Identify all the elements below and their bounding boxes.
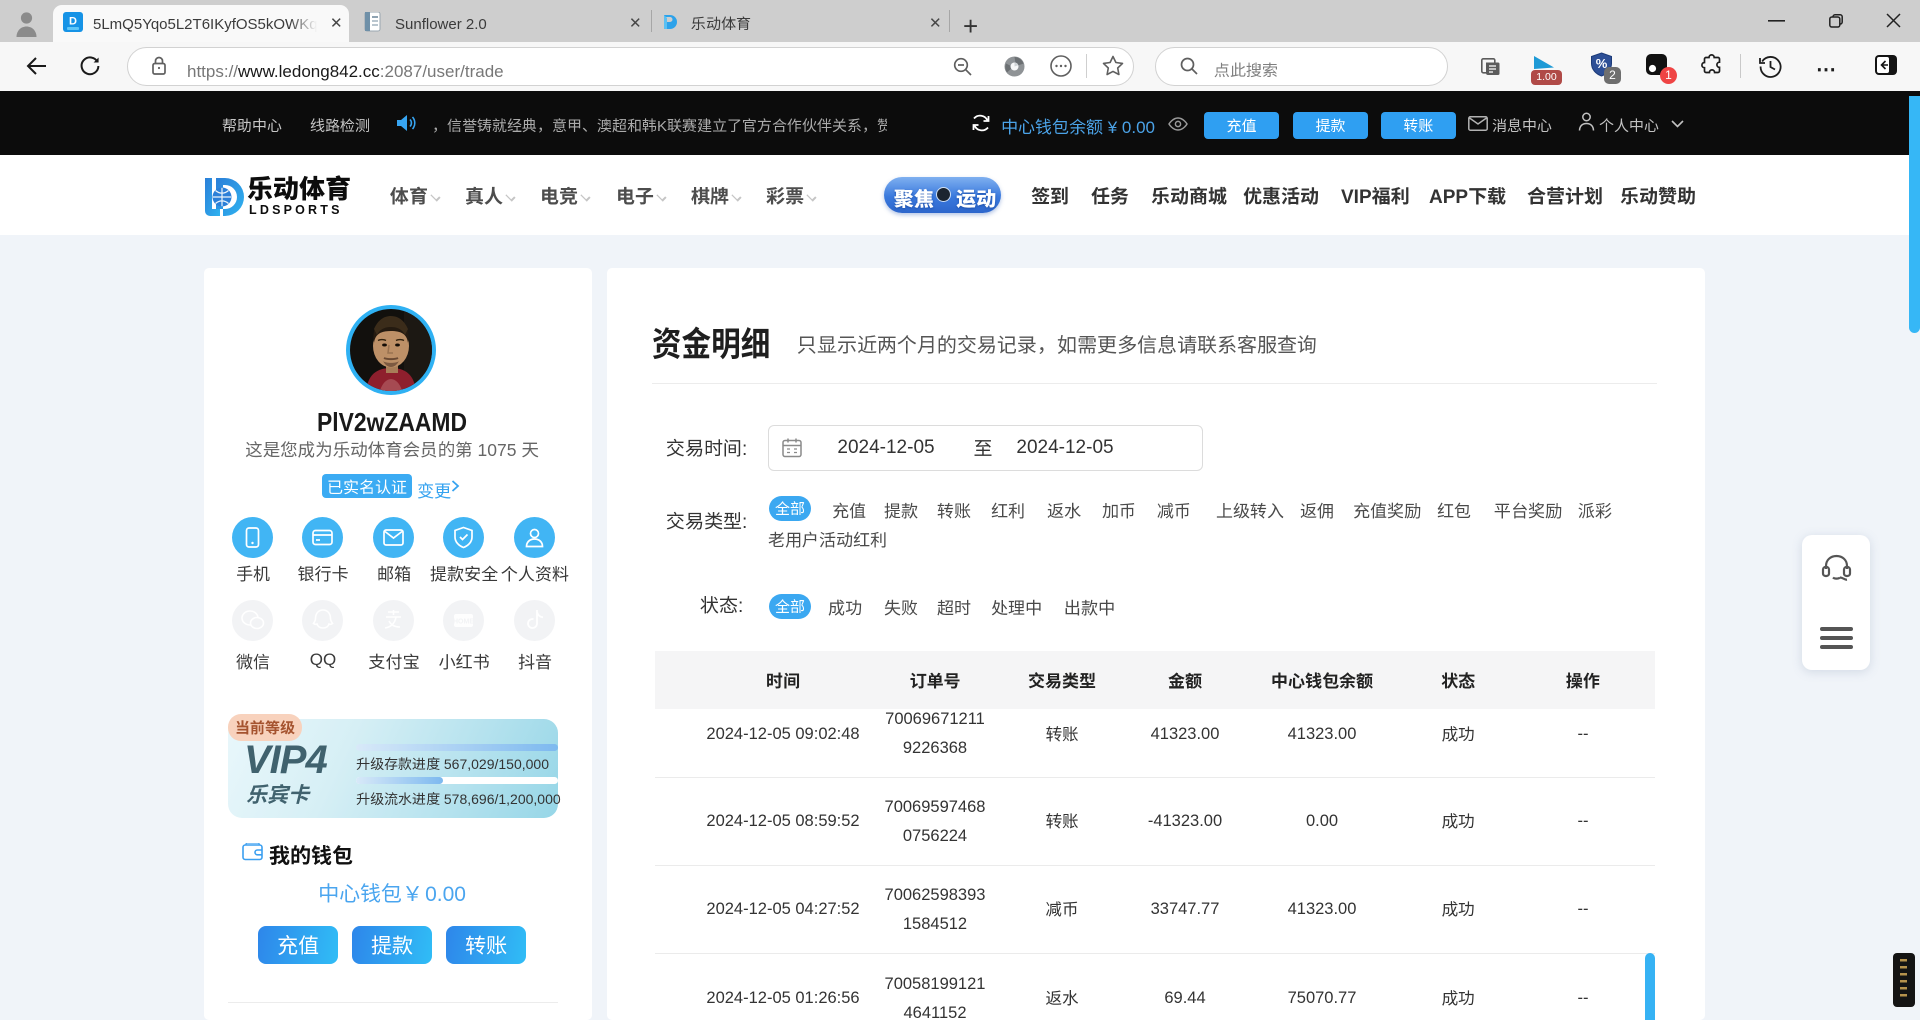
- svg-text:D: D: [69, 16, 77, 28]
- svg-text:HOME: HOME: [453, 619, 474, 626]
